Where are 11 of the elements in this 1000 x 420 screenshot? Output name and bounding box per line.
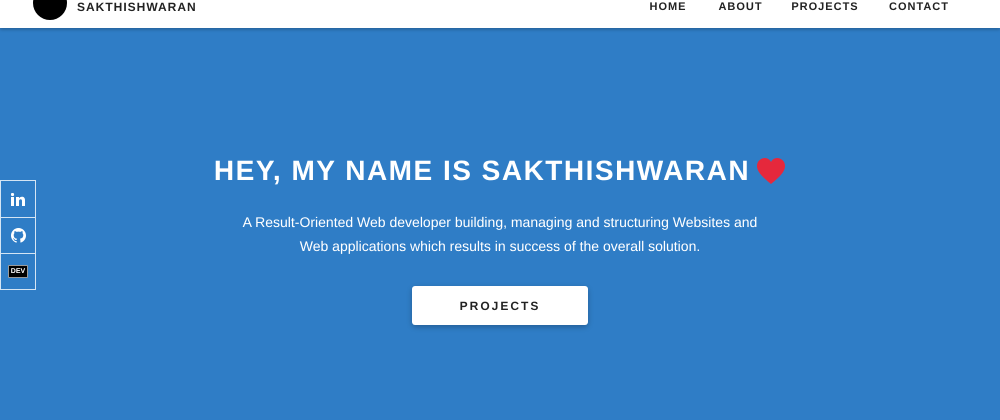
projects-button[interactable]: PROJECTS	[412, 286, 588, 325]
nav-link[interactable]: HOME	[633, 0, 703, 14]
hero-title: HEY, MY NAME IS SAKTHISHWARAN	[214, 154, 750, 188]
nav-link[interactable]: PROJECTS	[778, 0, 872, 14]
nav-link[interactable]: CONTACT	[872, 0, 966, 14]
linkedin-icon	[11, 192, 25, 206]
heart-icon	[756, 158, 786, 184]
brand-name[interactable]: SAKTHISHWARAN	[77, 0, 197, 14]
hero-subtitle: A Result-Oriented Web developer building, managing and structuring Websites and Web applications which results in success of the overall solution.	[242, 213, 758, 256]
nav-link[interactable]: ABOUT	[703, 0, 778, 14]
github-icon	[10, 228, 26, 243]
